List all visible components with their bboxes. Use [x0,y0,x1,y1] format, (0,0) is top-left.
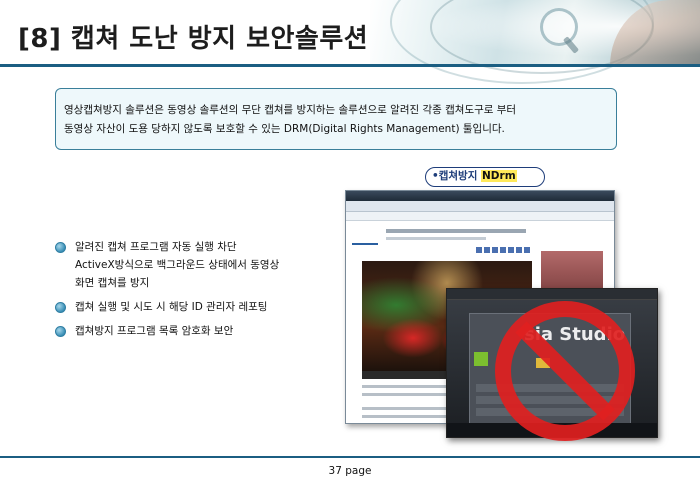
header: [8] 캡쳐 도난 방지 보안솔루션 [0,0,700,84]
article-subheading [386,237,486,240]
prohibited-icon [495,301,635,441]
browser-toolbar [346,201,614,212]
feature-text: ActiveX방식으로 백그라운드 상태에서 동영상 [75,259,280,271]
bullet-icon [55,242,66,253]
app-icon [474,352,488,366]
feature-item: 알려진 캡쳐 프로그램 자동 실행 차단 ActiveX방식으로 백그라운드 상… [55,238,325,292]
feature-item: 캡쳐방지 프로그램 목록 암호화 보안 [55,322,325,340]
bullet-icon [55,302,66,313]
page-title: [8] 캡쳐 도난 방지 보안솔루션 [18,24,369,54]
feature-list: 알려진 캡쳐 프로그램 자동 실행 차단 ActiveX방식으로 백그라운드 상… [55,238,325,346]
feature-text: 캡쳐방지 프로그램 목록 암호화 보안 [75,325,234,337]
description-line-2: 동영상 자산이 도용 당하지 않도록 보호할 수 있는 DRM(Digital … [64,123,505,135]
feature-text: 화면 캡쳐를 방지 [75,277,150,289]
feature-text: 캡쳐 실행 및 시도 시 해당 ID 관리자 레포팅 [75,301,268,313]
product-badge: •캡쳐방지 NDrm [425,167,545,187]
badge-product-name: NDrm [481,170,517,182]
site-logo [352,227,378,245]
page-number: 37 page [328,465,372,477]
feature-text: 알려진 캡쳐 프로그램 자동 실행 차단 [75,241,237,253]
browser-titlebar [346,191,614,201]
badge-prefix: •캡쳐방지 [432,170,482,182]
feature-item: 캡쳐 실행 및 시도 시 해당 ID 관리자 레포팅 [55,298,325,316]
header-divider [0,64,700,67]
article-heading [386,229,526,233]
footer-divider [0,456,700,458]
magnifier-glass-icon [540,8,578,46]
share-icons [476,247,532,253]
header-decoration-image [370,0,700,84]
bullet-icon [55,326,66,337]
description-line-1: 영상캡쳐방지 솔루션은 동영상 솔루션의 무단 캡쳐를 방지하는 솔루션으로 알… [64,104,517,116]
description-box: 영상캡쳐방지 솔루션은 동영상 솔루션의 무단 캡쳐를 방지하는 솔루션으로 알… [55,88,617,150]
browser-tabs [346,212,614,221]
